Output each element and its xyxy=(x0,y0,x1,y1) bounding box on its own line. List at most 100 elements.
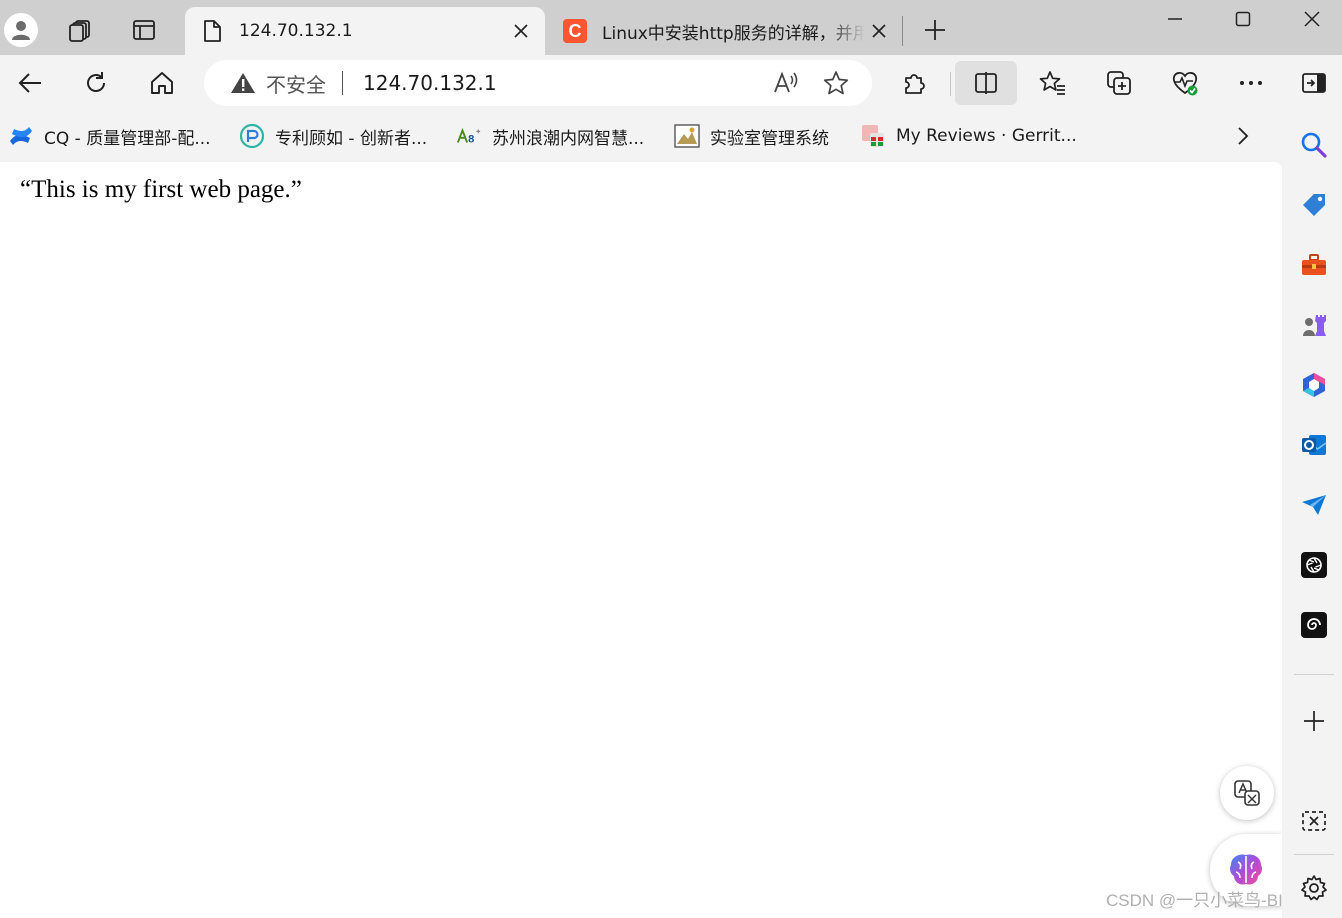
svg-text:8: 8 xyxy=(468,134,474,146)
sidebar-chatgpt-button[interactable] xyxy=(1294,545,1334,585)
workspaces-icon xyxy=(69,20,90,42)
sidebar-toggle-icon xyxy=(1302,73,1326,93)
refresh-button[interactable] xyxy=(74,61,118,105)
bookmark-item[interactable]: 专利顾如 - 创新者... xyxy=(239,121,427,151)
bookmark-label: 专利顾如 - 创新者... xyxy=(275,128,428,149)
sidebar-games-button[interactable] xyxy=(1294,305,1334,345)
sidebar-search-button[interactable] xyxy=(1294,125,1334,165)
bookmark-label: My Reviews · Gerrit... xyxy=(896,126,1077,146)
confluence-icon xyxy=(8,123,34,149)
person-icon xyxy=(12,21,30,40)
tab-strip: 124.70.132.1 C Linux中安装http服务的详解，并用 xyxy=(0,0,1342,55)
tab-close-button[interactable] xyxy=(507,17,535,45)
sidebar-send-button[interactable] xyxy=(1294,485,1334,525)
read-aloud-button[interactable] xyxy=(766,63,806,103)
warning-icon[interactable] xyxy=(230,71,256,95)
favorite-star-button[interactable] xyxy=(816,63,856,103)
url-text[interactable]: 124.70.132.1 xyxy=(363,71,766,95)
star-icon xyxy=(823,71,849,95)
minimize-icon xyxy=(1168,18,1182,20)
new-tab-button[interactable] xyxy=(913,10,957,50)
sidebar-screenshot-button[interactable] xyxy=(1294,801,1334,841)
puzzle-icon xyxy=(905,74,925,94)
read-aloud-icon xyxy=(774,71,798,93)
bookmark-item[interactable]: My Reviews · Gerrit... xyxy=(860,121,1077,151)
bookmark-label: 实验室管理系统 xyxy=(710,128,829,149)
back-arrow-icon xyxy=(18,73,41,93)
translate-button[interactable] xyxy=(1220,766,1274,820)
right-sidebar xyxy=(1282,111,1342,918)
split-screen-icon xyxy=(975,72,997,94)
bookmark-item[interactable]: CQ - 质量管理部-配... xyxy=(8,121,211,151)
csdn-favicon-letter: C xyxy=(568,20,582,41)
bookmark-item[interactable]: 实验室管理系统 xyxy=(674,121,829,151)
refresh-icon xyxy=(87,72,105,92)
sidebar-outlook-button[interactable] xyxy=(1294,425,1334,465)
address-divider xyxy=(342,71,343,95)
split-screen-button[interactable] xyxy=(955,61,1017,105)
favorites-button[interactable] xyxy=(1031,61,1075,105)
vertical-tabs-button[interactable] xyxy=(124,10,164,50)
settings-more-button[interactable] xyxy=(1229,61,1273,105)
tab-close-button[interactable] xyxy=(865,17,893,45)
tag-icon xyxy=(1303,194,1325,216)
more-dots-icon xyxy=(1240,81,1262,85)
collections-button[interactable] xyxy=(1097,61,1141,105)
home-icon xyxy=(151,72,173,94)
sidebar-shopping-button[interactable] xyxy=(1294,185,1334,225)
chatgpt-icon xyxy=(1301,552,1327,578)
chevron-right-icon xyxy=(1238,127,1249,145)
sidebar-add-button[interactable] xyxy=(1294,701,1334,741)
minimize-button[interactable] xyxy=(1141,0,1209,38)
tab-active[interactable]: 124.70.132.1 xyxy=(185,7,545,55)
patent-icon xyxy=(239,123,265,149)
favorites-icon xyxy=(1039,71,1065,95)
sidebar-app-button[interactable] xyxy=(1294,605,1334,645)
gerrit-icon xyxy=(860,123,886,149)
tab-title: 124.70.132.1 xyxy=(239,21,353,41)
watermark: CSDN @一只小菜鸟-BIOS xyxy=(1106,891,1308,910)
microsoft365-icon xyxy=(1303,373,1325,397)
gear-icon xyxy=(1301,875,1327,901)
screenshot-icon xyxy=(1302,811,1326,831)
favorites-bar: CQ - 质量管理部-配... 专利顾如 - 创新者... 8 苏州浪潮内网智慧… xyxy=(0,111,1282,161)
hide-sidebar-button[interactable] xyxy=(1292,61,1336,105)
close-window-button[interactable] xyxy=(1278,0,1342,38)
outlook-icon xyxy=(1302,435,1327,455)
home-button[interactable] xyxy=(140,61,184,105)
bookmarks-more-button[interactable] xyxy=(1226,121,1260,151)
close-icon xyxy=(872,24,886,38)
workspaces-button[interactable] xyxy=(60,10,100,50)
toolbox-icon xyxy=(1302,254,1326,275)
ab-icon: 8 xyxy=(456,123,482,149)
sidebar-settings-button[interactable] xyxy=(1294,868,1334,908)
toolbar: 不安全 124.70.132.1 xyxy=(0,55,1342,111)
tab-separator xyxy=(902,16,903,46)
bookmark-item[interactable]: 8 苏州浪潮内网智慧... xyxy=(456,121,644,151)
bookmark-label: CQ - 质量管理部-配... xyxy=(44,128,211,149)
plus-icon xyxy=(925,20,945,40)
page-text: “This is my first web page.” xyxy=(20,176,302,203)
search-icon xyxy=(1301,132,1327,158)
bookmark-label: 苏州浪潮内网智慧... xyxy=(492,128,645,149)
sidebar-m365-button[interactable] xyxy=(1294,365,1334,405)
close-icon xyxy=(514,24,528,38)
avatar xyxy=(4,13,38,47)
page-content: “This is my first web page.” xyxy=(0,162,1282,918)
maximize-button[interactable] xyxy=(1209,0,1277,38)
translate-icon xyxy=(1234,780,1260,806)
sidebar-tools-button[interactable] xyxy=(1294,245,1334,285)
browser-essentials-button[interactable] xyxy=(1163,61,1207,105)
address-bar[interactable]: 不安全 124.70.132.1 xyxy=(204,60,872,106)
maximize-icon xyxy=(1235,11,1251,27)
security-label[interactable]: 不安全 xyxy=(266,69,326,98)
profile-button[interactable] xyxy=(1,10,41,50)
page-icon xyxy=(199,18,225,44)
tab-inactive[interactable]: C Linux中安装http服务的详解，并用 xyxy=(548,7,903,55)
collections-icon xyxy=(1107,71,1131,95)
back-button[interactable] xyxy=(8,61,52,105)
sidebar-separator xyxy=(1294,854,1334,855)
tab-title: Linux中安装http服务的详解，并用 xyxy=(602,23,865,44)
extensions-button[interactable] xyxy=(892,61,936,105)
spiral-app-icon xyxy=(1301,612,1327,638)
